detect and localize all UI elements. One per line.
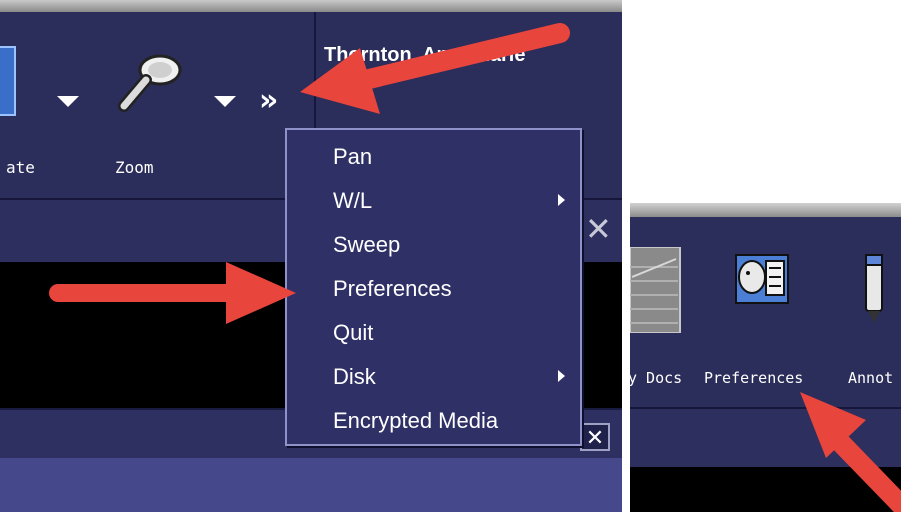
annotation-arrows: [49, 23, 901, 512]
annotation-arrowhead: [300, 48, 380, 114]
annotation-arrow-line: [830, 432, 901, 512]
annotation-arrowhead: [226, 262, 296, 324]
annotation-arrow-line: [355, 23, 570, 90]
